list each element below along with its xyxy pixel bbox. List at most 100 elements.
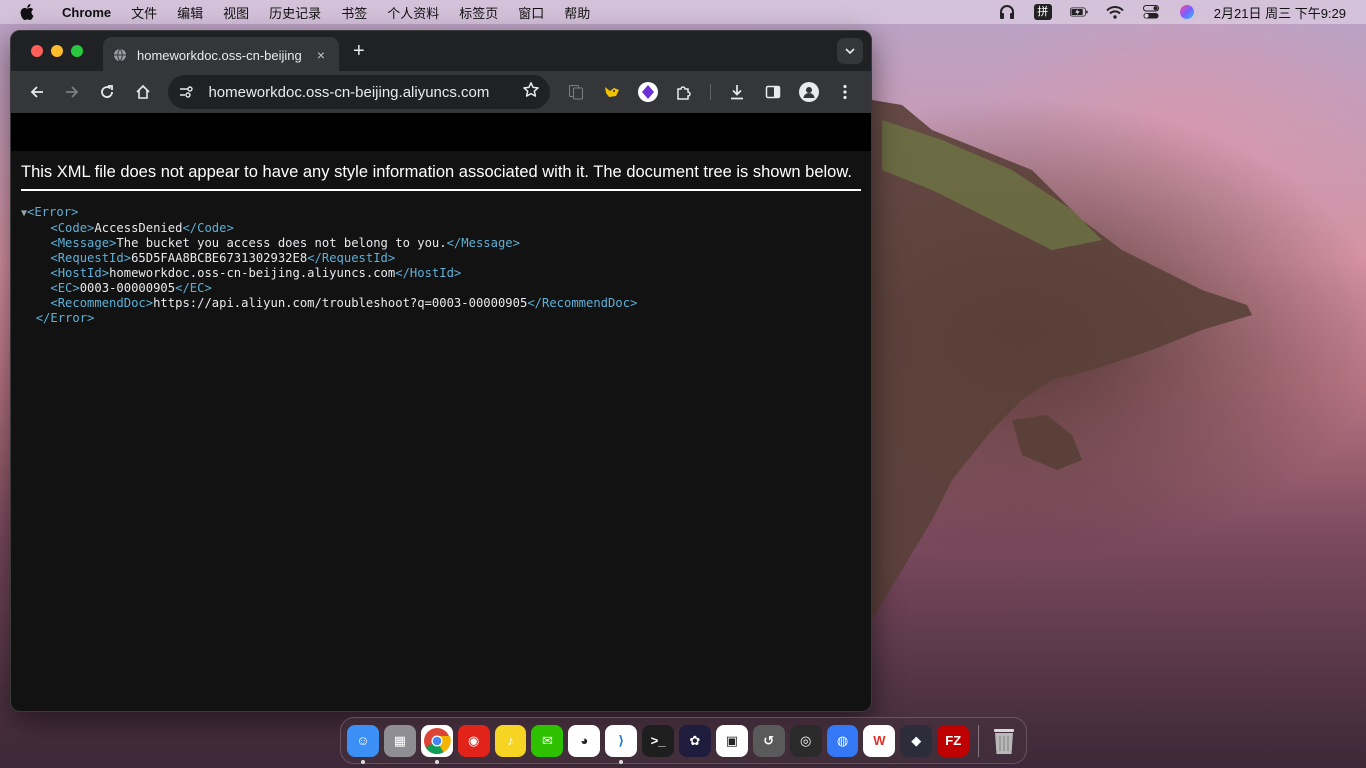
wifi-icon[interactable] xyxy=(1106,4,1124,20)
site-info-icon[interactable] xyxy=(178,84,200,100)
profile-button[interactable] xyxy=(791,76,827,108)
xml-tag: <Error> xyxy=(27,205,79,219)
siri-icon[interactable] xyxy=(1178,4,1196,20)
home-button[interactable] xyxy=(125,76,160,108)
xml-tag: </RequestId> xyxy=(307,251,396,265)
extensions-area xyxy=(558,76,863,108)
dock-qq-icon[interactable]: ◕ xyxy=(568,724,601,757)
xml-tag: <RequestId> xyxy=(50,251,132,265)
tab-close-icon[interactable]: × xyxy=(313,47,329,63)
xml-tag: <EC> xyxy=(50,281,80,295)
toolbar-divider xyxy=(709,84,711,100)
xml-tag: <Message> xyxy=(50,236,117,250)
xml-value: https://api.aliyun.com/troubleshoot?q=00… xyxy=(153,296,528,310)
chrome-window: homeworkdoc.oss-cn-beijing × + homeworkd… xyxy=(10,30,872,712)
menu-app-name[interactable]: Chrome xyxy=(62,5,111,20)
arrow-right-icon xyxy=(66,86,79,98)
back-button[interactable] xyxy=(19,76,54,108)
input-method-icon[interactable]: 拼 xyxy=(1033,4,1052,20)
dock-screenshot-icon[interactable]: ◎ xyxy=(789,724,822,757)
xml-tag: <HostId> xyxy=(50,266,110,280)
dock-time-machine-icon[interactable]: ↺ xyxy=(752,724,785,757)
home-icon xyxy=(136,84,150,99)
menu-file[interactable]: 文件 xyxy=(131,3,157,22)
address-bar[interactable]: homeworkdoc.oss-cn-beijing.aliyuncs.com xyxy=(168,75,550,109)
dock-netease-music-icon[interactable]: ◉ xyxy=(457,724,490,757)
avatar xyxy=(798,82,819,102)
control-center-icon[interactable] xyxy=(1142,4,1160,20)
running-indicator xyxy=(361,759,365,764)
xml-element-message: <Message>The bucket you access does not … xyxy=(21,236,861,251)
xml-tag: </Message> xyxy=(446,236,520,250)
battery-icon[interactable] xyxy=(1069,4,1088,20)
xml-tree: ▼<Error> <Code>AccessDenied</Code> <Mess… xyxy=(21,205,861,326)
macos-menu-bar: Chrome 文件 编辑 视图 历史记录 书签 个人资料 标签页 窗口 帮助 拼… xyxy=(0,0,1366,24)
reload-button[interactable] xyxy=(90,76,125,108)
xml-root-open: ▼<Error> xyxy=(21,205,861,221)
dock-filezilla-icon[interactable]: FZ xyxy=(937,724,970,757)
headphones-status-icon[interactable] xyxy=(998,4,1016,20)
url-text[interactable]: homeworkdoc.oss-cn-beijing.aliyuncs.com xyxy=(208,84,522,101)
xml-element-recommenddoc: <RecommendDoc>https://api.aliyun.com/tro… xyxy=(21,296,861,311)
dock-divider xyxy=(978,724,980,757)
menu-profiles[interactable]: 个人资料 xyxy=(387,3,439,22)
menu-view[interactable]: 视图 xyxy=(223,3,249,22)
more-menu-icon[interactable] xyxy=(827,76,863,108)
xml-tag: <RecommendDoc> xyxy=(50,296,154,310)
new-tab-button[interactable]: + xyxy=(353,41,365,61)
dock-chrome-icon[interactable] xyxy=(420,724,453,764)
xml-element-ec: <EC>0003-00000905</EC> xyxy=(21,281,861,296)
window-controls xyxy=(31,45,83,57)
menubar-clock[interactable]: 2月21日 周三 下午9:29 xyxy=(1214,3,1346,22)
tab-title: homeworkdoc.oss-cn-beijing xyxy=(137,47,302,63)
apple-menu-icon[interactable] xyxy=(20,4,36,20)
dock-qq-music-icon[interactable]: ♪ xyxy=(494,724,527,757)
dock-launchpad-icon[interactable]: ▦ xyxy=(383,724,416,757)
close-window-button[interactable] xyxy=(31,45,43,57)
tab-search-button[interactable] xyxy=(837,38,863,64)
minimize-window-button[interactable] xyxy=(51,45,63,57)
downloads-icon[interactable] xyxy=(719,76,755,108)
xml-root-close: </Error> xyxy=(21,311,861,326)
forward-button[interactable] xyxy=(54,76,89,108)
tab-strip: homeworkdoc.oss-cn-beijing × + xyxy=(11,31,871,73)
dock-parallels-icon[interactable]: ▣ xyxy=(715,724,748,757)
bookmark-star-icon[interactable] xyxy=(522,81,540,103)
translate-extension-icon[interactable] xyxy=(558,76,594,108)
zoom-window-button[interactable] xyxy=(71,45,83,57)
xml-value: The bucket you access does not belong to… xyxy=(116,236,447,250)
running-indicator xyxy=(619,759,624,764)
page-top-band xyxy=(11,113,871,151)
dock-qq-alt-icon[interactable]: ◍ xyxy=(826,724,859,757)
extensions-puzzle-icon[interactable] xyxy=(666,76,702,108)
active-tab[interactable]: homeworkdoc.oss-cn-beijing × xyxy=(103,37,339,73)
dock-terminal-icon[interactable]: >_ xyxy=(642,724,675,757)
xml-element-hostid: <HostId>homeworkdoc.oss-cn-beijing.aliyu… xyxy=(21,266,861,281)
purple-extension-icon[interactable] xyxy=(630,76,666,108)
xml-tag: </EC> xyxy=(175,281,212,295)
xml-viewer: This XML file does not appear to have an… xyxy=(11,151,871,681)
dock-wps-icon[interactable]: W xyxy=(863,724,896,757)
xml-element-code: <Code>AccessDenied</Code> xyxy=(21,221,861,236)
menu-window[interactable]: 窗口 xyxy=(518,3,544,22)
menu-tab[interactable]: 标签页 xyxy=(459,3,498,22)
xml-tag: </Error> xyxy=(35,311,95,325)
menu-edit[interactable]: 编辑 xyxy=(177,3,203,22)
reload-icon xyxy=(101,85,114,98)
dock-wechat-icon[interactable]: ✉ xyxy=(531,724,564,757)
menu-help[interactable]: 帮助 xyxy=(564,3,590,22)
xml-tag: </HostId> xyxy=(395,266,462,280)
side-panel-icon[interactable] xyxy=(755,76,791,108)
xml-tag: </Code> xyxy=(182,221,234,235)
dock-vscode-icon[interactable]: ⟩ xyxy=(605,724,638,764)
dock-trash-icon[interactable] xyxy=(988,725,1020,757)
fox-extension-icon[interactable] xyxy=(594,76,630,108)
dock-chatgpt-icon[interactable]: ✿ xyxy=(679,724,711,757)
browser-toolbar: homeworkdoc.oss-cn-beijing.aliyuncs.com xyxy=(11,71,871,113)
menu-bookmarks[interactable]: 书签 xyxy=(341,3,367,22)
desktop-wallpaper-cliffs xyxy=(872,100,1252,620)
menu-history[interactable]: 历史记录 xyxy=(269,3,321,22)
dock-finder-icon[interactable]: ☺ xyxy=(347,724,379,764)
xml-value: homeworkdoc.oss-cn-beijing.aliyuncs.com xyxy=(109,266,396,280)
dock-davinci-icon[interactable]: ◆ xyxy=(900,724,933,757)
